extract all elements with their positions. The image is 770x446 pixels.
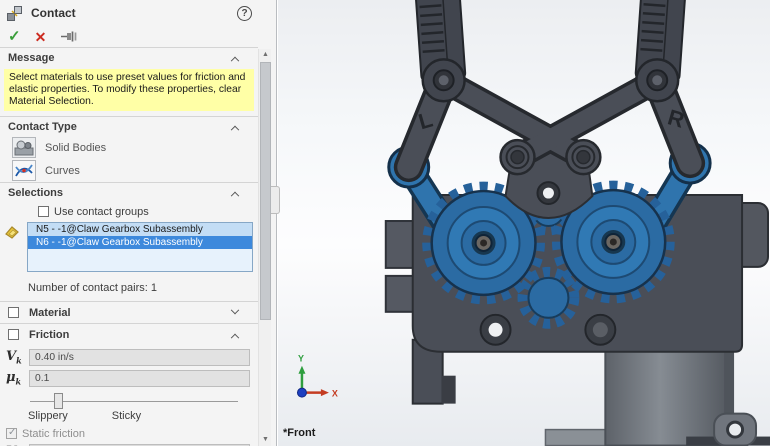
contact-selection-icon	[5, 226, 19, 239]
orientation-triad[interactable]: Y X	[296, 354, 338, 399]
static-friction-checkbox[interactable]	[6, 427, 17, 439]
message-header-label: Message	[8, 52, 55, 64]
curves-icon[interactable]	[12, 160, 36, 181]
triad-y-label: Y	[298, 354, 304, 364]
material-header-label: Material	[29, 306, 71, 319]
use-contact-groups-label: Use contact groups	[54, 205, 149, 218]
panel-scrollbar[interactable]: ▲ ▼	[258, 49, 271, 446]
chevron-up-icon	[230, 56, 240, 66]
friction-checkbox[interactable]	[8, 329, 19, 340]
contact-type-curves[interactable]: Curves	[0, 159, 258, 182]
static-friction-label: Static friction	[22, 427, 85, 440]
muk-input[interactable]: 0.1	[29, 370, 250, 387]
slider-labels: Slippery Sticky	[28, 410, 258, 422]
use-contact-groups-checkbox[interactable]	[38, 206, 49, 217]
section-header-message[interactable]: Message	[0, 48, 258, 68]
use-contact-groups-row[interactable]: Use contact groups	[38, 204, 258, 219]
slippery-label: Slippery	[28, 410, 68, 422]
contact-type-header-label: Contact Type	[8, 120, 77, 133]
solid-bodies-label: Solid Bodies	[45, 141, 107, 154]
cancel-button[interactable]: ✕	[35, 30, 47, 44]
view-orientation-label: *Front	[283, 427, 316, 439]
list-item[interactable]: N5 - -1@Claw Gearbox Subassembly	[28, 223, 252, 236]
panel-toolbar: ✓ ✕	[0, 26, 258, 48]
contact-pairs-count: Number of contact pairs: 1	[28, 282, 158, 294]
ok-button[interactable]: ✓	[8, 29, 21, 44]
selection-area: N5 - -1@Claw Gearbox Subassembly N6 - -1…	[4, 222, 256, 272]
help-icon[interactable]: ?	[237, 5, 252, 21]
chevron-up-icon	[230, 125, 240, 134]
graphics-viewport[interactable]: L R Y X *Front	[278, 0, 770, 446]
vk-symbol: Vk	[6, 349, 22, 366]
chevron-up-icon	[230, 333, 240, 342]
section-header-contact-type[interactable]: Contact Type	[0, 116, 258, 136]
pin-icon[interactable]	[60, 30, 78, 43]
property-manager-panel: Contact ? ✓ ✕ Message Select materials t…	[0, 0, 280, 446]
motor-mount-hole	[726, 420, 745, 439]
contact-icon	[7, 5, 22, 21]
slider-thumb[interactable]	[54, 393, 63, 409]
message-box: Select materials to use preset values fo…	[4, 69, 254, 111]
friction-header-label: Friction	[29, 328, 70, 341]
muk-symbol: μk	[6, 370, 22, 387]
scrollbar-thumb[interactable]	[260, 62, 271, 320]
scroll-up-icon[interactable]: ▲	[259, 49, 272, 61]
section-header-material[interactable]: Material	[0, 301, 258, 323]
page-title: Contact	[31, 6, 76, 20]
contact-selection-list[interactable]: N5 - -1@Claw Gearbox Subassembly N6 - -1…	[27, 222, 253, 272]
friction-slider[interactable]	[30, 393, 238, 409]
chevron-up-icon	[230, 191, 240, 200]
solidworks-window: Contact ? ✓ ✕ Message Select materials t…	[0, 0, 770, 446]
chevron-down-icon	[230, 305, 240, 314]
section-header-friction[interactable]: Friction	[0, 323, 258, 345]
dynamic-friction-coefficient-row: μk 0.1	[6, 370, 250, 387]
panel-title-bar: Contact ?	[0, 0, 258, 26]
solid-bodies-icon[interactable]	[12, 137, 36, 158]
triad-x-label: X	[332, 389, 338, 399]
material-checkbox[interactable]	[8, 307, 19, 318]
curves-label: Curves	[45, 164, 80, 177]
sticky-label: Sticky	[111, 410, 142, 422]
claw-gearbox-model[interactable]: L R Y X	[278, 0, 770, 446]
dynamic-friction-velocity-row: Vk 0.40 in/s	[6, 349, 250, 366]
list-item[interactable]: N6 - -1@Claw Gearbox Subassembly	[28, 236, 252, 249]
static-friction-row[interactable]: Static friction	[6, 427, 258, 440]
vk-input[interactable]: 0.40 in/s	[29, 349, 250, 366]
panel-splitter-handle[interactable]	[271, 186, 280, 214]
scroll-down-icon[interactable]: ▼	[259, 434, 272, 446]
section-header-selections[interactable]: Selections	[0, 182, 258, 202]
contact-type-solid-bodies[interactable]: Solid Bodies	[0, 136, 258, 159]
selections-header-label: Selections	[8, 186, 64, 199]
